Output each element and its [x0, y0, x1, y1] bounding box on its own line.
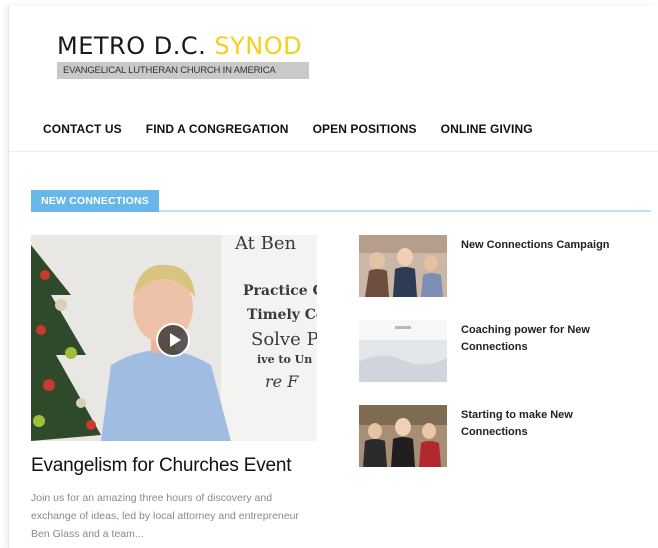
board-line-3: Timely Co — [247, 307, 317, 323]
main-nav: CONTACT US FIND A CONGREGATION OPEN POSI… — [43, 122, 557, 136]
board-line-5: ive to Un — [257, 353, 312, 366]
nav-contact-us[interactable]: CONTACT US — [43, 122, 122, 136]
board-line-4: Solve P — [251, 329, 317, 350]
nav-online-giving[interactable]: ONLINE GIVING — [441, 122, 533, 136]
list-item-title: Starting to make New Connections — [461, 409, 573, 438]
page: METRO D.C. SYNOD EVANGELICAL LUTHERAN CH… — [8, 6, 658, 548]
list-item-thumbnail — [359, 405, 447, 467]
logo-title-accent: SYNOD — [214, 32, 303, 60]
list-item-thumbnail — [359, 235, 447, 297]
list-item-title: Coaching power for New Connections — [461, 324, 590, 353]
list-item[interactable]: New Connections Campaign — [359, 235, 649, 297]
section-tab-new-connections[interactable]: NEW CONNECTIONS — [31, 190, 159, 212]
board-line-6: re F — [265, 372, 299, 391]
featured-article: At Ben Practice C Timely Co Solve P ive … — [31, 235, 317, 543]
list-item[interactable]: Coaching power for New Connections — [359, 320, 649, 382]
board-line-2: Practice C — [243, 283, 317, 299]
nav-open-positions[interactable]: OPEN POSITIONS — [313, 122, 417, 136]
nav-find-a-congregation[interactable]: FIND A CONGREGATION — [146, 122, 289, 136]
header-divider — [9, 151, 658, 152]
list-item[interactable]: Starting to make New Connections — [359, 405, 649, 467]
section-header: NEW CONNECTIONS — [31, 190, 651, 212]
featured-article-excerpt: Join us for an amazing three hours of di… — [31, 492, 299, 540]
featured-article-title[interactable]: Evangelism for Churches Event — [31, 455, 317, 477]
list-item-thumbnail — [359, 320, 447, 382]
play-icon[interactable] — [156, 323, 190, 357]
logo-title: METRO D.C. SYNOD — [57, 32, 309, 60]
featured-video[interactable]: At Ben Practice C Timely Co Solve P ive … — [31, 235, 317, 441]
logo-title-prefix: METRO D.C. — [57, 32, 207, 60]
list-item-title: New Connections Campaign — [461, 239, 610, 251]
board-line-1: At Ben — [234, 235, 297, 254]
site-logo[interactable]: METRO D.C. SYNOD EVANGELICAL LUTHERAN CH… — [57, 32, 309, 79]
logo-subtitle: EVANGELICAL LUTHERAN CHURCH IN AMERICA — [57, 62, 309, 79]
